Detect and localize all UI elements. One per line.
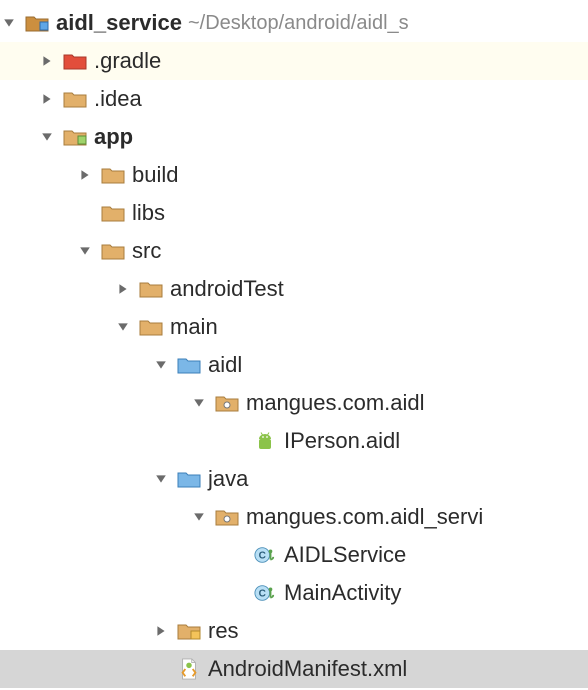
tree-row-src[interactable]: src — [0, 232, 588, 270]
disclosure-right-icon[interactable] — [114, 280, 132, 298]
disclosure-right-icon[interactable] — [38, 52, 56, 70]
tree-row-aidlservice-class[interactable]: C AIDLService — [0, 536, 588, 574]
package-icon — [214, 392, 240, 414]
disclosure-down-icon[interactable] — [152, 356, 170, 374]
svg-text:C: C — [259, 589, 266, 600]
folder-icon — [100, 240, 126, 262]
idea-dir-label: .idea — [94, 86, 142, 112]
package-icon — [214, 506, 240, 528]
tree-row-idea[interactable]: .idea — [0, 80, 588, 118]
tree-row-aidl-pkg[interactable]: mangues.com.aidl — [0, 384, 588, 422]
tree-row-build[interactable]: build — [0, 156, 588, 194]
aidlservice-class-label: AIDLService — [284, 542, 406, 568]
tree-row-mainactivity-class[interactable]: C MainActivity — [0, 574, 588, 612]
aidl-dir-label: aidl — [208, 352, 242, 378]
libs-dir-label: libs — [132, 200, 165, 226]
folder-icon — [62, 88, 88, 110]
manifest-file-label: AndroidManifest.xml — [208, 656, 407, 682]
disclosure-down-icon[interactable] — [38, 128, 56, 146]
class-icon: C — [252, 582, 278, 604]
tree-row-app[interactable]: app — [0, 118, 588, 156]
tree-row-aidl-dir[interactable]: aidl — [0, 346, 588, 384]
disclosure-down-icon[interactable] — [190, 394, 208, 412]
folder-icon — [138, 316, 164, 338]
disclosure-down-icon[interactable] — [190, 508, 208, 526]
disclosure-right-icon[interactable] — [152, 622, 170, 640]
manifest-file-icon — [176, 658, 202, 680]
tree-row-java-pkg[interactable]: mangues.com.aidl_servi — [0, 498, 588, 536]
aidl-file-label: IPerson.aidl — [284, 428, 400, 454]
root-path: ~/Desktop/android/aidl_s — [188, 12, 409, 35]
disclosure-right-icon[interactable] — [76, 166, 94, 184]
class-icon: C — [252, 544, 278, 566]
build-dir-label: build — [132, 162, 178, 188]
disclosure-down-icon[interactable] — [152, 470, 170, 488]
tree-row-androidtest[interactable]: androidTest — [0, 270, 588, 308]
tree-row-gradle[interactable]: .gradle — [0, 42, 588, 80]
tree-row-iperson-aidl[interactable]: IPerson.aidl — [0, 422, 588, 460]
app-module-label: app — [94, 124, 133, 150]
tree-row-main[interactable]: main — [0, 308, 588, 346]
disclosure-down-icon[interactable] — [0, 14, 18, 32]
src-dir-label: src — [132, 238, 161, 264]
source-folder-icon — [176, 354, 202, 376]
mainactivity-class-label: MainActivity — [284, 580, 401, 606]
android-file-icon — [252, 430, 278, 452]
module-folder-icon — [24, 12, 50, 34]
res-dir-label: res — [208, 618, 239, 644]
tree-row-manifest[interactable]: AndroidManifest.xml — [0, 650, 588, 688]
tree-row-libs[interactable]: libs — [0, 194, 588, 232]
excluded-folder-icon — [62, 50, 88, 72]
root-name: aidl_service — [56, 10, 182, 36]
tree-row-java-dir[interactable]: java — [0, 460, 588, 498]
disclosure-right-icon[interactable] — [38, 90, 56, 108]
project-tree[interactable]: aidl_service ~/Desktop/android/aidl_s .g… — [0, 0, 588, 688]
disclosure-down-icon[interactable] — [76, 242, 94, 260]
android-module-folder-icon — [62, 126, 88, 148]
tree-row-root[interactable]: aidl_service ~/Desktop/android/aidl_s — [0, 4, 588, 42]
folder-icon — [138, 278, 164, 300]
gradle-dir-label: .gradle — [94, 48, 161, 74]
tree-row-res[interactable]: res — [0, 612, 588, 650]
aidl-pkg-label: mangues.com.aidl — [246, 390, 425, 416]
source-folder-icon — [176, 468, 202, 490]
svg-text:C: C — [259, 551, 266, 562]
java-dir-label: java — [208, 466, 248, 492]
resource-folder-icon — [176, 620, 202, 642]
androidtest-dir-label: androidTest — [170, 276, 284, 302]
disclosure-down-icon[interactable] — [114, 318, 132, 336]
main-dir-label: main — [170, 314, 218, 340]
folder-icon — [100, 202, 126, 224]
java-pkg-label: mangues.com.aidl_servi — [246, 504, 483, 530]
folder-icon — [100, 164, 126, 186]
